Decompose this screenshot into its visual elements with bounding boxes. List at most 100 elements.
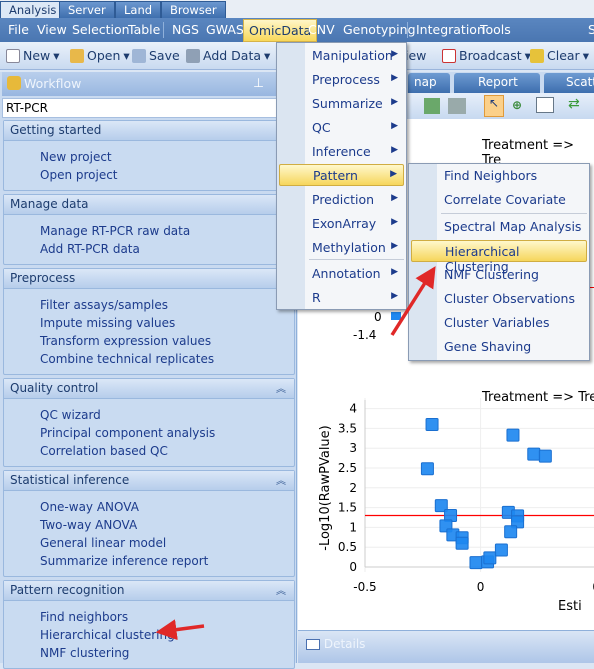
broom-icon bbox=[530, 48, 544, 63]
new-icon bbox=[6, 48, 20, 63]
menu-item[interactable]: Inference ▶ bbox=[279, 141, 404, 163]
tab-report[interactable]: Report bbox=[454, 73, 540, 93]
workflow-link[interactable]: Summarize inference report bbox=[4, 552, 294, 570]
menu-item-label: R bbox=[312, 290, 321, 305]
submenu-arrow-icon: ▶ bbox=[391, 267, 398, 277]
top-tabs: Analysis Server Land Browser bbox=[0, 0, 594, 18]
menu-item-label: NMF Clustering bbox=[444, 267, 539, 282]
menu-item[interactable]: Cluster Variables bbox=[411, 312, 587, 334]
menu-item[interactable]: Gene Shaving bbox=[411, 336, 587, 358]
menu-item[interactable]: NMF Clustering bbox=[411, 264, 587, 286]
menu-s[interactable]: S bbox=[588, 22, 594, 37]
workflow-link[interactable]: Hierarchical clustering bbox=[4, 626, 294, 644]
zoom-in-icon[interactable]: ⊕ bbox=[512, 98, 522, 112]
tab-browser[interactable]: Browser bbox=[161, 1, 226, 18]
workflow-link[interactable]: QC wizard bbox=[4, 406, 294, 424]
workflow-header: Workflow ⊥ bbox=[2, 72, 296, 96]
section-header[interactable]: Getting started bbox=[4, 121, 294, 141]
menu-tools[interactable]: Tools bbox=[480, 22, 511, 37]
workflow-link[interactable]: Two-way ANOVA bbox=[4, 516, 294, 534]
section-header[interactable]: Preprocess bbox=[4, 269, 294, 289]
menu-item[interactable]: ExonArray ▶ bbox=[279, 213, 404, 235]
menu-item[interactable]: R ▶ bbox=[279, 287, 404, 309]
workflow-type-field[interactable]: RT-PCR bbox=[2, 98, 296, 118]
menu-separator bbox=[163, 22, 164, 38]
workflow-link[interactable]: NMF clustering bbox=[4, 644, 294, 662]
menu-selection[interactable]: Selection bbox=[72, 22, 130, 37]
menu-item[interactable]: Cluster Observations bbox=[411, 288, 587, 310]
y-tick-label: 2 bbox=[349, 481, 357, 495]
pointer-icon[interactable]: ↖ bbox=[484, 95, 504, 117]
tab-server[interactable]: Server bbox=[59, 1, 115, 18]
menu-item-label: Spectral Map Analysis bbox=[444, 219, 582, 234]
menu-file[interactable]: File bbox=[8, 22, 29, 37]
submenu-arrow-icon: ▶ bbox=[391, 217, 398, 227]
menu-item[interactable]: Correlate Covariate bbox=[411, 189, 587, 211]
menu-item[interactable]: Summarize ▶ bbox=[279, 93, 404, 115]
menu-item-label: Pattern bbox=[313, 168, 358, 183]
fit-icon[interactable] bbox=[536, 97, 554, 113]
menu-item[interactable]: Manipulation ▶ bbox=[279, 45, 404, 67]
new-button[interactable]: New ▾ bbox=[6, 48, 60, 63]
tab-analysis[interactable]: Analysis bbox=[0, 1, 66, 18]
menu-item[interactable]: Annotation ▶ bbox=[279, 263, 404, 285]
menu-integration[interactable]: Integration bbox=[416, 22, 485, 37]
section-header[interactable]: Statistical inference ︽ bbox=[4, 471, 294, 491]
section-header[interactable]: Manage data bbox=[4, 195, 294, 215]
menu-item[interactable]: Prediction ▶ bbox=[279, 189, 404, 211]
menu-view[interactable]: View bbox=[37, 22, 67, 37]
broadcast-button[interactable]: Broadcast ▾ bbox=[442, 48, 531, 63]
collapse-icon[interactable]: ︽ bbox=[276, 472, 286, 487]
workflow-link[interactable]: One-way ANOVA bbox=[4, 498, 294, 516]
print-icon[interactable] bbox=[448, 98, 466, 114]
workflow-link[interactable]: New project bbox=[4, 148, 294, 166]
menu-item[interactable]: Preprocess ▶ bbox=[279, 69, 404, 91]
top-chart-x-tick: -1.4 bbox=[353, 328, 377, 342]
menu-item-label: Inference bbox=[312, 144, 371, 159]
save-image-icon[interactable] bbox=[424, 98, 440, 114]
menu-item[interactable]: Methylation ▶ bbox=[279, 237, 404, 259]
menu-item[interactable]: Hierarchical Clustering bbox=[411, 240, 587, 274]
workflow-link[interactable]: Impute missing values bbox=[4, 314, 294, 332]
tab-land[interactable]: Land bbox=[115, 1, 162, 18]
workflow-section: Pattern recognition ︽ Find neighbors Hierar… bbox=[3, 580, 295, 669]
workflow-link[interactable]: Principal component analysis bbox=[4, 424, 294, 442]
tab-scatter[interactable]: Scatt bbox=[544, 73, 594, 93]
workflow-link[interactable]: Transform expression values bbox=[4, 332, 294, 350]
workflow-link[interactable]: Filter assays/samples bbox=[4, 296, 294, 314]
menu-cnv[interactable]: CNV bbox=[308, 22, 335, 37]
workflow-link[interactable]: Manage RT-PCR raw data bbox=[4, 222, 294, 240]
workflow-link[interactable]: Add RT-PCR data bbox=[4, 240, 294, 258]
menu-item[interactable]: Find Neighbors bbox=[411, 165, 587, 187]
collapse-icon[interactable]: ︽ bbox=[276, 380, 286, 395]
pin-icon[interactable]: ⊥ bbox=[253, 75, 264, 90]
menu-gwas[interactable]: GWAS bbox=[206, 22, 244, 37]
section-header[interactable]: Pattern recognition ︽ bbox=[4, 581, 294, 601]
workflow-link[interactable]: Open project bbox=[4, 166, 294, 184]
workflow-link[interactable]: Correlation based QC bbox=[4, 442, 294, 460]
add-data-button[interactable]: Add Data ▾ bbox=[186, 48, 270, 63]
save-button[interactable]: Save bbox=[132, 48, 180, 63]
workflow-link[interactable]: General linear model bbox=[4, 534, 294, 552]
save-icon bbox=[132, 48, 146, 63]
open-button[interactable]: Open ▾ bbox=[70, 48, 130, 63]
refresh-icon[interactable]: ⇄ bbox=[568, 96, 580, 112]
view-button[interactable]: iew bbox=[405, 48, 426, 63]
tab-heatmap[interactable]: nap bbox=[408, 73, 450, 93]
menu-ngs[interactable]: NGS bbox=[172, 22, 199, 37]
submenu-arrow-icon: ▶ bbox=[391, 145, 398, 155]
menu-omicdata[interactable]: OmicData bbox=[243, 19, 318, 42]
broadcast-label: Broadcast bbox=[459, 48, 522, 63]
workflow-link[interactable]: Find neighbors bbox=[4, 608, 294, 626]
menu-genotyping[interactable]: Genotyping bbox=[343, 22, 416, 37]
data-point bbox=[483, 551, 497, 565]
menu-table[interactable]: Table bbox=[128, 22, 160, 37]
y-tick-label: 1 bbox=[349, 520, 357, 534]
clear-button[interactable]: Clear ▾ bbox=[530, 48, 589, 63]
section-header[interactable]: Quality control ︽ bbox=[4, 379, 294, 399]
menu-item[interactable]: QC ▶ bbox=[279, 117, 404, 139]
collapse-icon[interactable]: ︽ bbox=[276, 582, 286, 597]
menu-item[interactable]: Pattern ▶ bbox=[279, 164, 404, 186]
menu-item[interactable]: Spectral Map Analysis bbox=[411, 216, 587, 238]
workflow-link[interactable]: Combine technical replicates bbox=[4, 350, 294, 368]
